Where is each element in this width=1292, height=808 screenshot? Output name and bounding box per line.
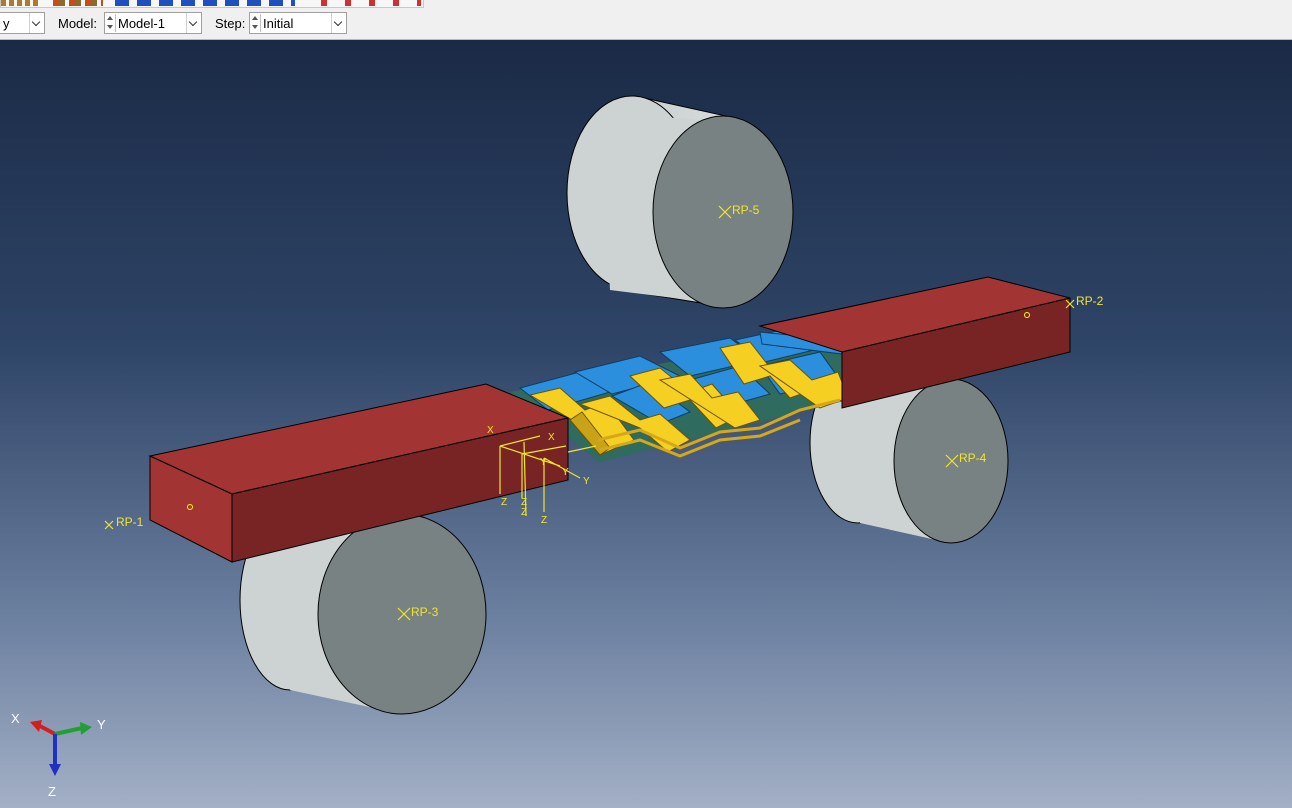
dropdown-arrow-icon[interactable]	[29, 13, 44, 33]
toolbar-strip	[0, 0, 1292, 9]
viewport[interactable]: X X Y Y Y Z Z Z Z RP-5 RP-2 RP-4 RP-1 RP…	[0, 40, 1292, 808]
rp-2-label[interactable]: RP-2	[1076, 294, 1104, 308]
rp-4-label[interactable]: RP-4	[959, 451, 987, 465]
dropdown-arrow-icon[interactable]	[331, 13, 346, 33]
csys-z-label: Z	[541, 515, 547, 526]
step-label: Step:	[215, 16, 246, 31]
csys-z-label: Z	[521, 507, 527, 518]
csys-y-label: Y	[562, 467, 569, 478]
rp-3-label[interactable]: RP-3	[411, 605, 439, 619]
model-canvas[interactable]: X X Y Y Y Z Z Z Z RP-5 RP-2 RP-4 RP-1 RP…	[0, 40, 1292, 808]
context-bar: y Model: Model-1 Step: Initial	[0, 9, 1292, 40]
triad-z-label: Z	[48, 784, 56, 799]
csys-y-label: Y	[540, 457, 547, 468]
triad-y-label: Y	[97, 717, 106, 732]
top-roller[interactable]	[566, 95, 794, 309]
triad-x-label: X	[11, 711, 20, 726]
csys-x-label: X	[487, 425, 494, 436]
toolbar-icons[interactable]	[115, 0, 295, 6]
module-combo[interactable]: y	[0, 12, 45, 34]
module-value: y	[3, 16, 10, 31]
csys-z-label: Z	[501, 497, 507, 508]
csys-y-label: Y	[583, 476, 590, 487]
toolbar-frame	[0, 0, 424, 8]
spinner-icon[interactable]	[106, 14, 116, 32]
model-combo[interactable]: Model-1	[104, 12, 202, 34]
rp-5-label[interactable]: RP-5	[732, 203, 760, 217]
dropdown-arrow-icon[interactable]	[186, 13, 201, 33]
model-label: Model:	[58, 16, 98, 31]
model-value: Model-1	[118, 16, 165, 31]
rp-1-label[interactable]: RP-1	[116, 515, 144, 529]
toolbar-icons[interactable]	[321, 0, 421, 6]
step-value: Initial	[263, 16, 294, 31]
toolbar-icons[interactable]	[53, 0, 103, 6]
axis-triad-icon	[30, 720, 92, 776]
step-combo[interactable]: Initial	[249, 12, 347, 34]
toolbar-icons[interactable]	[1, 0, 41, 6]
spinner-icon[interactable]	[251, 14, 261, 32]
csys-x-label: X	[548, 432, 555, 443]
